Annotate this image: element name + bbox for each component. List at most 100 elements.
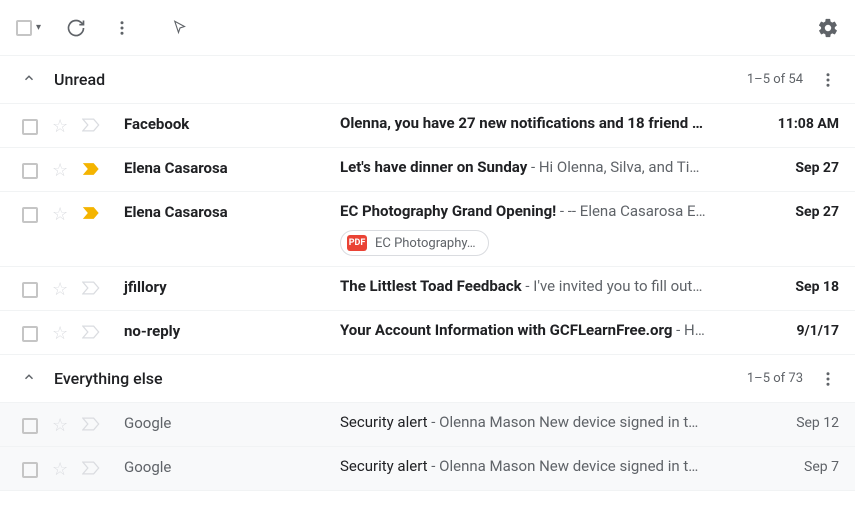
subject-line: The Littlest Toad Feedback - I've invite…	[340, 277, 740, 295]
message-column: Security alert - Olenna Mason New device…	[340, 457, 767, 475]
section-count-everything: 1–5 of 73	[747, 371, 803, 386]
sender: Google	[124, 413, 340, 432]
sender: jfillory	[124, 277, 340, 296]
section-count-unread: 1–5 of 54	[747, 72, 803, 87]
toolbar-left: ▾	[16, 17, 191, 39]
importance-icon[interactable]	[82, 205, 102, 225]
select-all-dropdown-icon[interactable]: ▾	[36, 22, 41, 33]
date: Sep 18	[767, 277, 839, 295]
row-checkbox[interactable]	[22, 326, 38, 342]
star-icon[interactable]: ☆	[52, 204, 68, 225]
subject-line: Security alert - Olenna Mason New device…	[340, 457, 740, 475]
row-checkbox[interactable]	[22, 418, 38, 434]
section-header-everything: Everything else 1–5 of 73	[0, 355, 855, 403]
unread-list: ☆ FacebookOlenna, you have 27 new notific…	[0, 104, 855, 355]
snippet: - I've invited you to fill out…	[522, 277, 703, 295]
importance-icon[interactable]	[82, 161, 102, 181]
importance-icon[interactable]	[82, 460, 102, 480]
importance-icon[interactable]	[82, 280, 102, 300]
message-column: Olenna, you have 27 new notifications an…	[340, 114, 767, 132]
row-controls: ☆	[22, 202, 124, 225]
star-icon[interactable]: ☆	[52, 279, 68, 300]
select-all-checkbox[interactable]	[16, 20, 32, 36]
importance-icon[interactable]	[82, 416, 102, 436]
section-more-unread[interactable]	[817, 69, 839, 91]
sender: Elena Casarosa	[124, 158, 340, 177]
importance-icon[interactable]	[82, 117, 102, 137]
importance-icon[interactable]	[82, 324, 102, 344]
toolbar: ▾	[0, 0, 855, 56]
email-row[interactable]: ☆ GoogleSecurity alert - Olenna Mason New…	[0, 447, 855, 491]
subject-line: Security alert - Olenna Mason New device…	[340, 413, 740, 431]
section-title-everything: Everything else	[54, 369, 747, 388]
subject-line: Your Account Information with GCFLearnFr…	[340, 321, 740, 339]
message-column: Security alert - Olenna Mason New device…	[340, 413, 767, 431]
subject: The Littlest Toad Feedback	[340, 277, 522, 295]
section-header-unread: Unread 1–5 of 54	[0, 56, 855, 104]
date: Sep 7	[767, 457, 839, 475]
email-row[interactable]: ☆ Elena CasarosaEC Photography Grand Open…	[0, 192, 855, 267]
date: 11:08 AM	[767, 114, 839, 132]
message-column: The Littlest Toad Feedback - I've invite…	[340, 277, 767, 295]
refresh-button[interactable]	[65, 17, 87, 39]
row-controls: ☆	[22, 457, 124, 480]
star-icon[interactable]: ☆	[52, 323, 68, 344]
snippet: - Olenna Mason New device signed in t…	[428, 413, 699, 431]
snippet: - H…	[672, 321, 704, 339]
row-checkbox[interactable]	[22, 462, 38, 478]
section-title-unread: Unread	[54, 70, 747, 89]
snippet: - Hi Olenna, Silva, and Ti…	[527, 158, 699, 176]
subject-line: EC Photography Grand Opening! - -- Elena…	[340, 202, 740, 220]
date: Sep 12	[767, 413, 839, 431]
sender: no-reply	[124, 321, 340, 340]
row-checkbox[interactable]	[22, 163, 38, 179]
select-all-group[interactable]: ▾	[16, 20, 41, 36]
sender: Facebook	[124, 114, 340, 133]
row-controls: ☆	[22, 321, 124, 344]
subject-line: Olenna, you have 27 new notifications an…	[340, 114, 740, 132]
row-controls: ☆	[22, 114, 124, 137]
section-more-everything[interactable]	[817, 368, 839, 390]
sender: Elena Casarosa	[124, 202, 340, 221]
message-column: EC Photography Grand Opening! - -- Elena…	[340, 202, 767, 256]
email-row[interactable]: ☆ FacebookOlenna, you have 27 new notific…	[0, 104, 855, 148]
star-icon[interactable]: ☆	[52, 116, 68, 137]
collapse-everything-icon[interactable]	[22, 370, 36, 388]
star-icon[interactable]: ☆	[52, 415, 68, 436]
message-column: Let's have dinner on Sunday - Hi Olenna,…	[340, 158, 767, 176]
email-row[interactable]: ☆ jfilloryThe Littlest Toad Feedback - I'…	[0, 267, 855, 311]
snippet: - Olenna Mason New device signed in t…	[428, 457, 699, 475]
attachment-name: EC Photography…	[375, 236, 476, 251]
subject: Security alert	[340, 413, 428, 431]
row-controls: ☆	[22, 158, 124, 181]
pdf-icon: PDF	[347, 235, 367, 251]
subject: Your Account Information with GCFLearnFr…	[340, 321, 672, 339]
email-row[interactable]: ☆ GoogleSecurity alert - Olenna Mason New…	[0, 403, 855, 447]
subject: EC Photography Grand Opening!	[340, 202, 556, 220]
row-controls: ☆	[22, 413, 124, 436]
star-icon[interactable]: ☆	[52, 160, 68, 181]
cursor-icon	[169, 17, 191, 39]
subject: Let's have dinner on Sunday	[340, 158, 527, 176]
settings-button[interactable]	[817, 17, 839, 39]
email-row[interactable]: ☆ Elena CasarosaLet's have dinner on Sund…	[0, 148, 855, 192]
email-row[interactable]: ☆ no-replyYour Account Information with G…	[0, 311, 855, 355]
sender: Google	[124, 457, 340, 476]
row-checkbox[interactable]	[22, 207, 38, 223]
row-checkbox[interactable]	[22, 119, 38, 135]
snippet: - -- Elena Casarosa E…	[556, 202, 705, 220]
more-button[interactable]	[111, 17, 133, 39]
star-icon[interactable]: ☆	[52, 459, 68, 480]
date: Sep 27	[767, 202, 839, 220]
date: Sep 27	[767, 158, 839, 176]
collapse-unread-icon[interactable]	[22, 71, 36, 89]
subject: Security alert	[340, 457, 428, 475]
everything-list: ☆GoogleSecurity alert - Olenna Mason New…	[0, 403, 855, 491]
row-controls: ☆	[22, 277, 124, 300]
attachment-chip[interactable]: PDF EC Photography…	[340, 230, 489, 256]
subject: Olenna, you have 27 new notifications an…	[340, 114, 703, 132]
subject-line: Let's have dinner on Sunday - Hi Olenna,…	[340, 158, 740, 176]
date: 9/1/17	[767, 321, 839, 339]
row-checkbox[interactable]	[22, 282, 38, 298]
message-column: Your Account Information with GCFLearnFr…	[340, 321, 767, 339]
